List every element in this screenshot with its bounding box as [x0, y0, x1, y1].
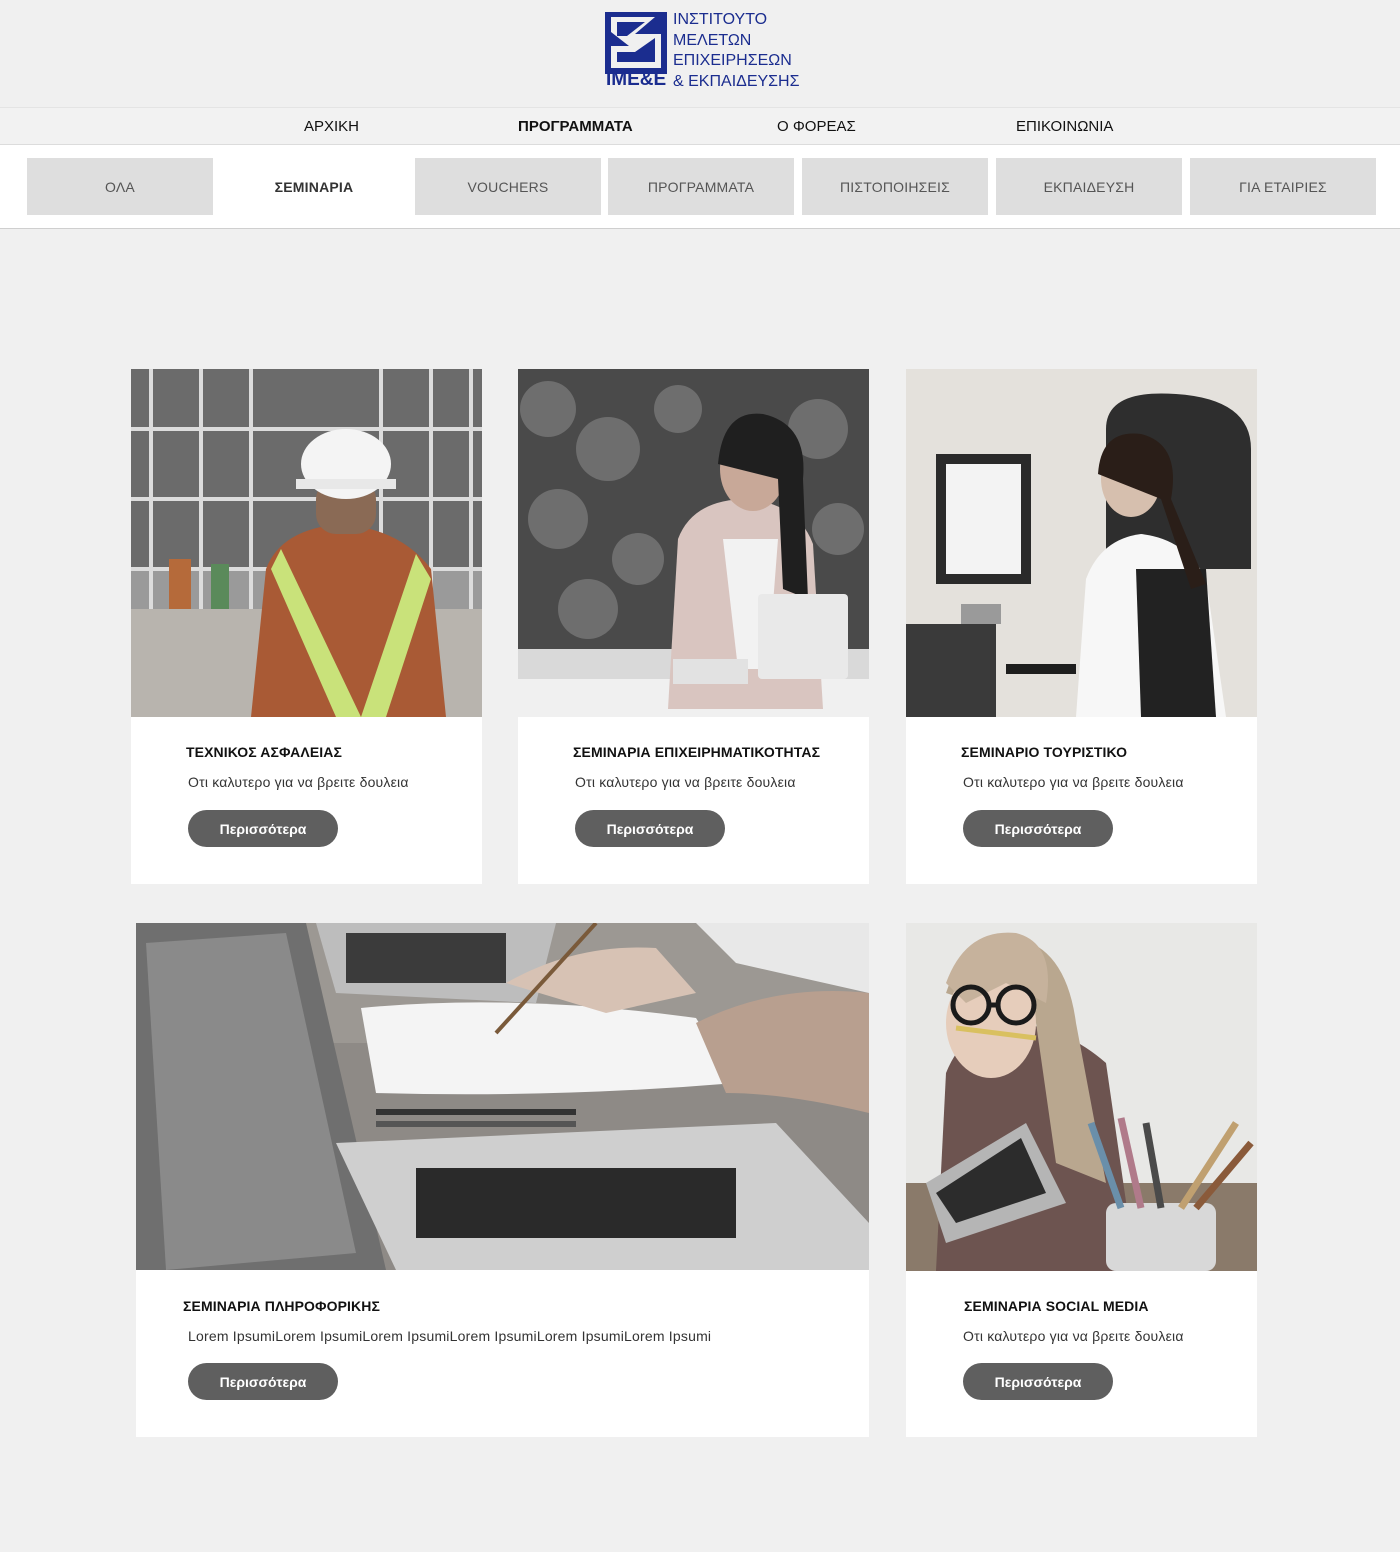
filter-tab-programs[interactable]: ΠΡΟΓΡΑΜΜΑΤΑ [608, 158, 794, 215]
nav-item-organization[interactable]: Ο ΦΟΡΕΑΣ [777, 118, 856, 135]
main-navigation: ΑΡΧΙΚΗ ΠΡΟΓΡΑΜΜΑΤΑ Ο ΦΟΡΕΑΣ ΕΠΙΚΟΙΝΩΝΙΑ [0, 107, 1400, 145]
logo-mark-icon [605, 12, 667, 74]
course-image-student-pencil[interactable] [906, 923, 1257, 1271]
course-description: Lorem IpsumiLorem IpsumiLorem IpsumiLore… [188, 1328, 712, 1344]
logo-line: ΕΠΙΧΕΙΡΗΣΕΩΝ [673, 52, 792, 69]
filter-tab-education[interactable]: ΕΚΠΑΙΔΕΥΣΗ [996, 158, 1182, 215]
more-button[interactable]: Περισσότερα [575, 810, 725, 847]
filter-tab-companies[interactable]: ΓΙΑ ΕΤΑΙΡΙΕΣ [1190, 158, 1376, 215]
logo-wordmark: ΙΝΣΤΙΤΟΥΤΟ ΜΕΛΕΤΩΝ ΕΠΙΧΕΙΡΗΣΕΩΝ & ΕΚΠΑΙΔ… [673, 10, 813, 92]
course-card: ΤΕΧΝΙΚΟΣ ΑΣΦΑΛΕΙΑΣ Οτι καλυτερο για να β… [131, 369, 482, 884]
more-button[interactable]: Περισσότερα [188, 1363, 338, 1400]
course-image-construction-worker[interactable] [131, 369, 482, 717]
course-card: ΣΕΜΙΝΑΡΙΟ ΤΟΥΡΙΣΤΙΚΟ Οτι καλυτερο για να… [906, 369, 1257, 884]
category-filter-bar: ΟΛΑ ΣΕΜΙΝΑΡΙΑ VOUCHERS ΠΡΟΓΡΑΜΜΑΤΑ ΠΙΣΤΟ… [0, 145, 1400, 229]
course-description: Οτι καλυτερο για να βρειτε δουλεια [963, 774, 1184, 790]
nav-item-home[interactable]: ΑΡΧΙΚΗ [304, 118, 359, 135]
course-card: ΣΕΜΙΝΑΡΙΑ ΠΛΗΡΟΦΟΡΙΚΗΣ Lorem IpsumiLorem… [136, 923, 869, 1437]
course-card: ΣΕΜΙΝΑΡΙΑ ΕΠΙΧΕΙΡΗΜΑΤΙΚΟΤΗΤΑΣ Οτι καλυτε… [518, 369, 869, 884]
site-logo[interactable]: IME&E ΙΝΣΤΙΤΟΥΤΟ ΜΕΛΕΤΩΝ ΕΠΙΧΕΙΡΗΣΕΩΝ & … [605, 10, 805, 92]
course-title: ΣΕΜΙΝΑΡΙΑ ΠΛΗΡΟΦΟΡΙΚΗΣ [183, 1298, 380, 1314]
filter-tab-certifications[interactable]: ΠΙΣΤΟΠΟΙΗΣΕΙΣ [802, 158, 988, 215]
logo-line: ΙΝΣΤΙΤΟΥΤΟ [673, 11, 768, 28]
course-image-businesswoman-phone[interactable] [518, 369, 869, 717]
more-button[interactable]: Περισσότερα [188, 810, 338, 847]
nav-item-contact[interactable]: ΕΠΙΚΟΙΝΩΝΙΑ [1016, 118, 1113, 135]
course-title: ΤΕΧΝΙΚΟΣ ΑΣΦΑΛΕΙΑΣ [186, 744, 342, 760]
course-title: ΣΕΜΙΝΑΡΙΑ ΕΠΙΧΕΙΡΗΜΑΤΙΚΟΤΗΤΑΣ [573, 744, 821, 760]
course-description: Οτι καλυτερο για να βρειτε δουλεια [963, 1328, 1184, 1344]
site-header: IME&E ΙΝΣΤΙΤΟΥΤΟ ΜΕΛΕΤΩΝ ΕΠΙΧΕΙΡΗΣΕΩΝ & … [0, 0, 1400, 107]
course-image-barista[interactable] [906, 369, 1257, 717]
course-card: ΣΕΜΙΝΑΡΙΑ SOCIAL MEDIA Οτι καλυτερο για … [906, 923, 1257, 1437]
filter-tab-seminars[interactable]: ΣΕΜΙΝΑΡΙΑ [221, 158, 407, 215]
logo-line: ΜΕΛΕΤΩΝ [673, 31, 752, 49]
filter-tab-all[interactable]: ΟΛΑ [27, 158, 213, 215]
more-button[interactable]: Περισσότερα [963, 1363, 1113, 1400]
nav-item-programs[interactable]: ΠΡΟΓΡΑΜΜΑΤΑ [518, 118, 633, 135]
logo-line: & ΕΚΠΑΙΔΕΥΣΗΣ [673, 72, 800, 90]
more-button[interactable]: Περισσότερα [963, 810, 1113, 847]
logo-abbreviation: IME&E [606, 69, 667, 90]
filter-tab-vouchers[interactable]: VOUCHERS [415, 158, 601, 215]
course-description: Οτι καλυτερο για να βρειτε δουλεια [188, 774, 409, 790]
course-title: ΣΕΜΙΝΑΡΙΑ SOCIAL MEDIA [964, 1298, 1149, 1314]
course-description: Οτι καλυτερο για να βρειτε δουλεια [575, 774, 796, 790]
course-title: ΣΕΜΙΝΑΡΙΟ ΤΟΥΡΙΣΤΙΚΟ [961, 744, 1128, 760]
course-image-laptops-desk[interactable] [136, 923, 869, 1270]
